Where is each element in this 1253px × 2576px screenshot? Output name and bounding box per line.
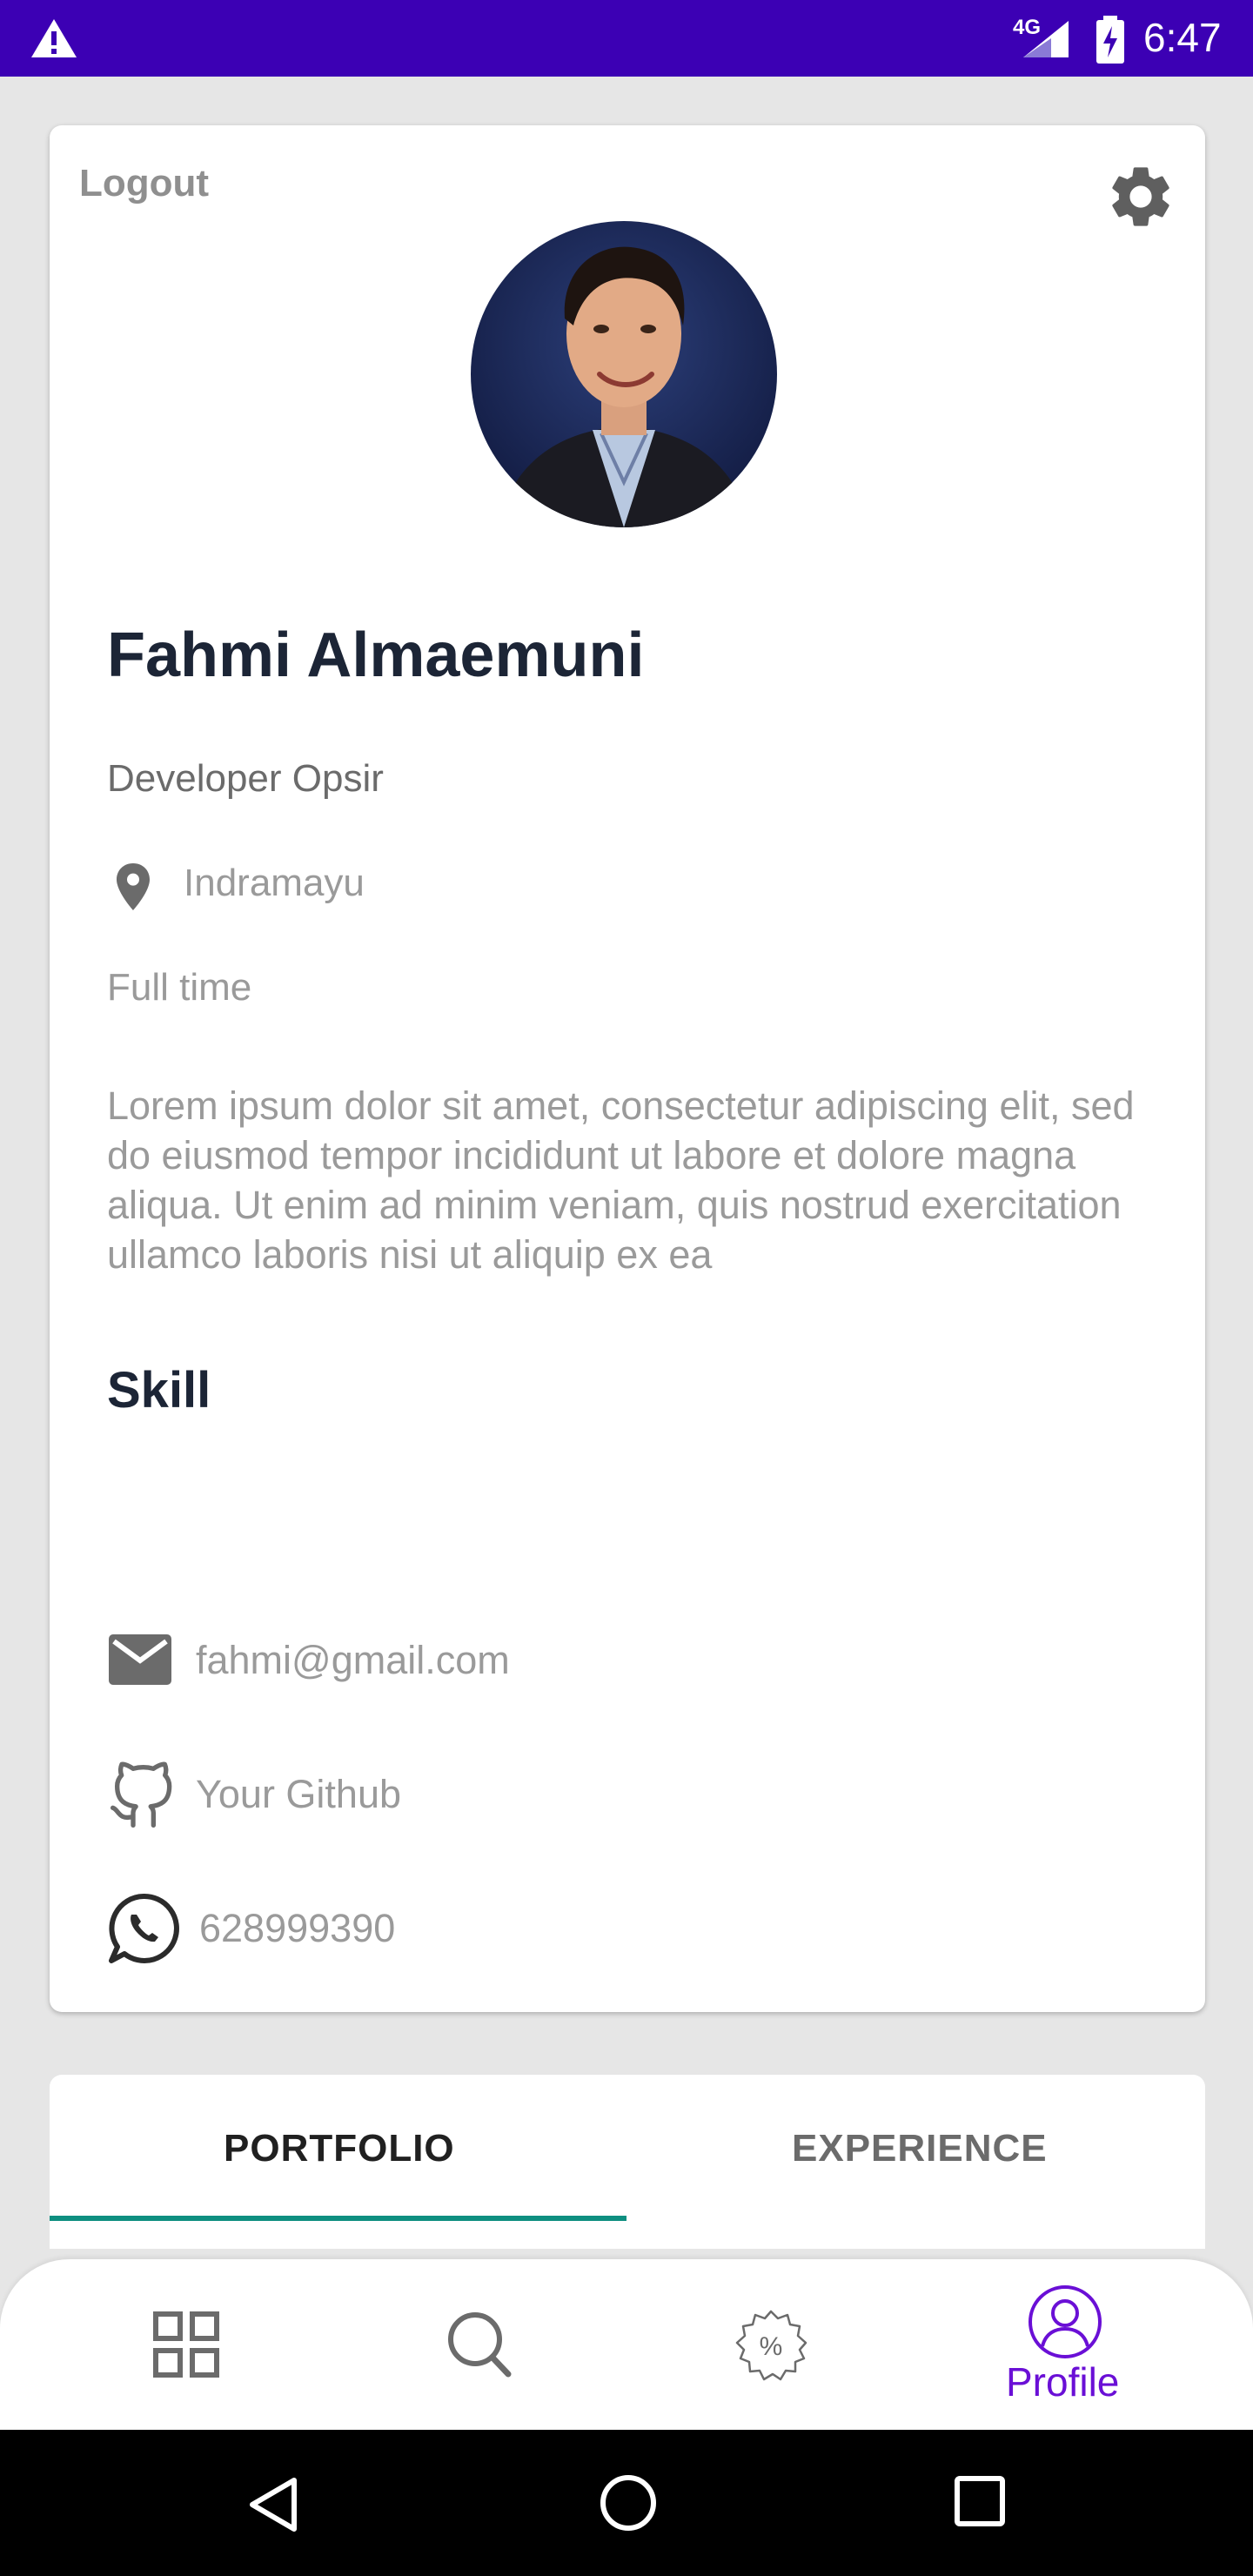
system-navigation-bar <box>0 2430 1253 2576</box>
job-type: Full time <box>107 966 252 1009</box>
profile-name: Fahmi Almaemuni <box>107 621 645 690</box>
profile-card: Logout Fahmi Almaemuni Developer Opsir I… <box>50 125 1205 2012</box>
back-icon[interactable] <box>245 2475 301 2534</box>
skill-heading: Skill <box>107 1362 211 1419</box>
tab-experience[interactable]: EXPERIENCE <box>792 2127 1048 2170</box>
warning-icon <box>31 19 77 57</box>
signal-icon <box>1023 21 1069 57</box>
gear-icon[interactable] <box>1104 160 1177 233</box>
nav-label-profile[interactable]: Profile <box>1006 2358 1119 2405</box>
profile-location: Indramayu <box>184 862 365 904</box>
contact-github[interactable]: Your Github <box>196 1772 401 1817</box>
discount-icon[interactable]: % <box>733 2308 809 2385</box>
whatsapp-icon <box>109 1893 179 1963</box>
tabs-card: PORTFOLIO EXPERIENCE <box>50 2075 1205 2249</box>
home-icon[interactable] <box>599 2473 658 2532</box>
svg-text:%: % <box>760 2332 783 2361</box>
avatar-portrait <box>497 246 751 527</box>
tab-indicator <box>50 2216 626 2221</box>
tab-portfolio[interactable]: PORTFOLIO <box>224 2127 455 2170</box>
profile-icon[interactable] <box>1027 2284 1103 2360</box>
location-pin-icon <box>117 863 150 910</box>
contact-email[interactable]: fahmi@gmail.com <box>196 1638 510 1683</box>
recents-icon[interactable] <box>954 2475 1006 2527</box>
github-icon <box>110 1761 172 1828</box>
clock: 6:47 <box>1143 15 1222 60</box>
profile-bio: Lorem ipsum dolor sit amet, consectetur … <box>107 1083 1135 1277</box>
logout-button[interactable]: Logout <box>79 162 209 205</box>
status-bar: 4G 6:47 <box>0 0 1253 77</box>
email-icon <box>109 1634 171 1685</box>
avatar[interactable] <box>471 221 777 527</box>
grid-icon[interactable] <box>153 2311 219 2378</box>
bottom-navigation: % Profile <box>0 2259 1253 2430</box>
search-icon[interactable] <box>446 2310 513 2379</box>
profile-role: Developer Opsir <box>107 757 384 800</box>
contact-phone[interactable]: 628999390 <box>199 1906 395 1951</box>
battery-charging-icon <box>1096 16 1124 64</box>
